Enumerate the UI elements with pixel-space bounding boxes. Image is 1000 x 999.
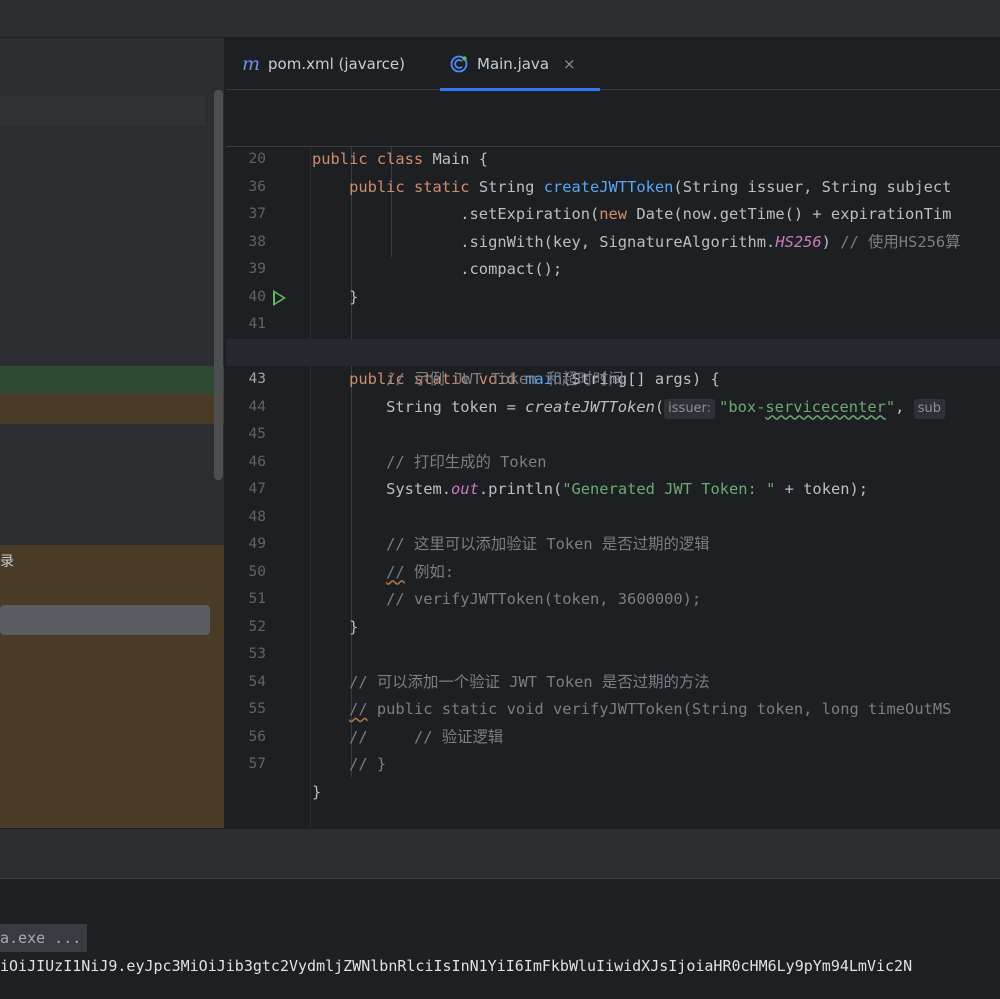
code-line[interactable]: 44 (226, 366, 1000, 415)
code-line[interactable]: 36 .setExpiration(new Date(now.getTime()… (226, 146, 1000, 224)
code-line[interactable]: 51 } (226, 559, 1000, 636)
code-text: } (312, 782, 322, 801)
code-line[interactable]: 52 (226, 586, 1000, 635)
tab-main-java[interactable]: Main.java × (440, 38, 600, 91)
project-tree-row-highlighted[interactable] (0, 366, 224, 394)
java-class-icon (450, 55, 468, 73)
tab-label: Main.java (477, 55, 550, 73)
sticky-line[interactable]: 20 public static String createJWTToken(S… (226, 118, 1000, 196)
code-line[interactable]: 37 .signWith(key, SignatureAlgorithm.HS2… (226, 174, 1000, 251)
ide-window: 录 m pom.xml (javarce) Main.java × public… (0, 0, 1000, 999)
code-line[interactable]: 46 System.out.println("Generated JWT Tok… (226, 421, 1000, 499)
code-line[interactable]: 38 .compact(); (226, 201, 1000, 279)
code-line[interactable]: 41 public static void main(String[] args… (226, 284, 1000, 388)
project-panel: 录 (0, 38, 225, 828)
code-line[interactable]: 42 // 示例 JWT Token 和超时时间 (226, 311, 1000, 389)
sticky-line[interactable]: 9 public class Main { (226, 91, 1000, 168)
panel-label: 录 (0, 554, 14, 570)
code-line[interactable]: 39 } (226, 229, 1000, 306)
code-line[interactable]: 40 (226, 256, 1000, 305)
code-editor: m pom.xml (javarce) Main.java × 9 (226, 38, 1000, 828)
run-icon[interactable] (273, 289, 286, 306)
code-line[interactable]: 57 } (226, 724, 1000, 801)
panel-input-field[interactable] (0, 605, 210, 635)
code-text: // } (349, 755, 387, 773)
toolbar (0, 0, 1000, 38)
panel-section (0, 545, 224, 828)
run-panel-header (0, 878, 1000, 922)
code-line[interactable]: 54 // public static void verifyJWTToken(… (226, 641, 1000, 719)
maven-m-icon: m (242, 52, 261, 75)
project-scrollbar[interactable] (214, 90, 223, 480)
code-line[interactable]: 50 // verifyJWTToken(token, 3600000); (226, 531, 1000, 609)
tab-label: pom.xml (javarce) (268, 55, 405, 73)
editor-tabs: m pom.xml (javarce) Main.java × (226, 38, 1000, 91)
code-line[interactable]: 49 // 例如: (226, 504, 1000, 581)
code-line-current[interactable]: 43 String token = createJWTToken(issuer:… (226, 338, 1000, 419)
line-number: 57 (248, 756, 266, 772)
tab-pom-xml[interactable]: m pom.xml (javarce) (242, 38, 405, 90)
run-console[interactable]: a.exe ... iOiJIUzI1NiJ9.eyJpc3MiOiJib3gt… (0, 922, 1000, 999)
project-tree-row[interactable] (0, 394, 224, 424)
console-output: iOiJIUzI1NiJ9.eyJpc3MiOiJib3gtc2VydmljZW… (0, 957, 913, 975)
close-icon[interactable]: × (563, 55, 576, 73)
code-line[interactable]: 45 // 打印生成的 Token (226, 394, 1000, 471)
code-line[interactable]: 55 // // 验证逻辑 (226, 669, 1000, 746)
code-line[interactable]: 48 // 这里可以添加验证 Token 是否过期的逻辑 (226, 476, 1000, 554)
code-line[interactable]: 53 // 可以添加一个验证 JWT Token 是否过期的方法 (226, 614, 1000, 691)
code-line[interactable]: 56 // } (226, 696, 1000, 774)
code-area[interactable]: 9 public class Main { 20 public static S… (226, 91, 1000, 828)
code-line[interactable]: 47 (226, 449, 1000, 497)
bottom-toolbar (0, 828, 1000, 878)
console-command[interactable]: a.exe ... (0, 924, 88, 952)
project-tree-row[interactable] (0, 96, 205, 126)
